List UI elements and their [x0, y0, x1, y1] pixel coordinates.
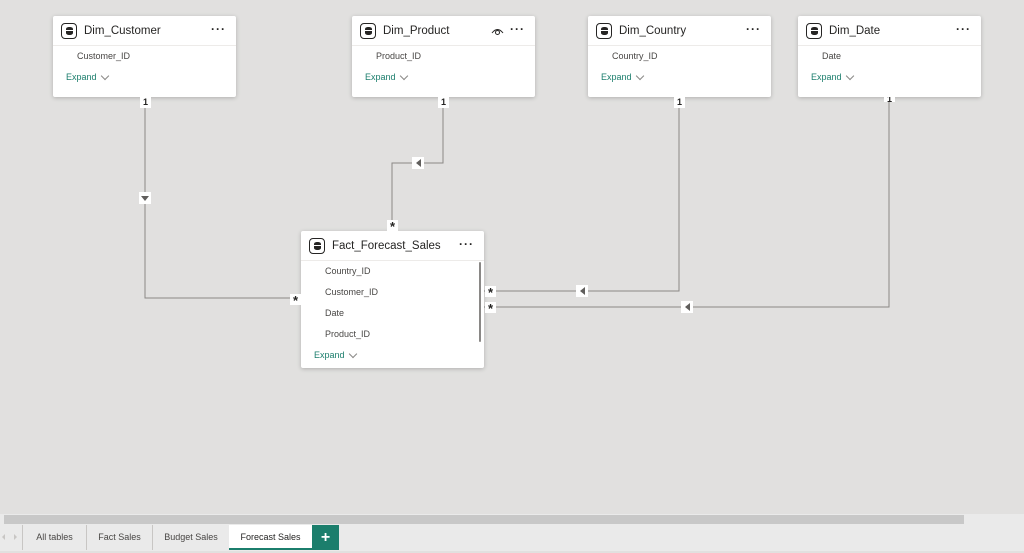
table-title: Dim_Product	[383, 24, 450, 37]
layout-tab-bar: All tables Fact Sales Budget Sales Forec…	[0, 525, 1024, 553]
cardinality-one-badge: 1	[884, 97, 895, 102]
field-row[interactable]: Customer_ID	[53, 46, 236, 67]
field-row[interactable]: Country_ID	[301, 261, 484, 282]
field-row[interactable]: Date	[301, 303, 484, 324]
cardinality-many-badge: *	[290, 294, 301, 307]
arrow-left-icon	[579, 287, 585, 295]
more-options-icon[interactable]: ···	[211, 23, 226, 35]
cardinality-one-badge: 1	[438, 97, 449, 108]
table-card-dim-customer[interactable]: Dim_Customer ··· Customer_ID Expand	[53, 16, 236, 97]
chevron-down-icon	[348, 349, 357, 358]
field-row[interactable]: Product_ID	[301, 324, 484, 345]
table-icon	[61, 22, 77, 39]
tab-budget-sales[interactable]: Budget Sales	[152, 525, 229, 550]
cardinality-one-badge: 1	[140, 97, 151, 108]
relationship-line-date[interactable]	[484, 97, 890, 308]
filter-direction-icon[interactable]	[139, 192, 151, 204]
tab-forecast-sales[interactable]: Forecast Sales	[229, 525, 312, 550]
arrow-down-icon	[141, 195, 149, 201]
expand-button[interactable]: Expand	[588, 67, 771, 88]
table-card-header[interactable]: Dim_Date ···	[798, 16, 981, 46]
expand-label: Expand	[811, 72, 842, 82]
scroll-tabs-right-icon[interactable]	[14, 534, 17, 540]
table-card-header[interactable]: Dim_Product ···	[352, 16, 535, 46]
table-card-dim-product[interactable]: Dim_Product ··· Product_ID Expand	[352, 16, 535, 97]
cardinality-many-badge: *	[485, 302, 496, 315]
expand-label: Expand	[365, 72, 396, 82]
model-canvas[interactable]: Dim_Customer ··· Customer_ID Expand Dim_…	[0, 0, 1024, 514]
table-card-header[interactable]: Dim_Country ···	[588, 16, 771, 46]
expand-button[interactable]: Expand	[53, 67, 236, 88]
expand-label: Expand	[601, 72, 632, 82]
expand-button[interactable]: Expand	[798, 67, 981, 88]
chevron-down-icon	[845, 71, 854, 80]
cardinality-many-badge: *	[387, 220, 398, 233]
expand-label: Expand	[66, 72, 97, 82]
table-card-header[interactable]: Fact_Forecast_Sales ···	[301, 231, 484, 261]
field-row[interactable]: Country_ID	[588, 46, 771, 67]
cardinality-one-badge: 1	[674, 97, 685, 108]
filter-direction-icon[interactable]	[412, 157, 424, 169]
table-card-header[interactable]: Dim_Customer ···	[53, 16, 236, 46]
table-title: Dim_Customer	[84, 24, 161, 37]
vertical-scrollbar[interactable]	[479, 262, 481, 342]
field-row[interactable]: Product_ID	[352, 46, 535, 67]
field-row[interactable]: Date	[798, 46, 981, 67]
table-icon	[596, 22, 612, 39]
horizontal-scrollbar-thumb[interactable]	[4, 515, 964, 524]
expand-label: Expand	[314, 350, 345, 360]
table-card-dim-country[interactable]: Dim_Country ··· Country_ID Expand	[588, 16, 771, 97]
chevron-down-icon	[100, 71, 109, 80]
table-title: Dim_Date	[829, 24, 881, 37]
table-title: Dim_Country	[619, 24, 687, 37]
horizontal-scrollbar[interactable]	[0, 514, 1024, 525]
table-icon	[360, 22, 376, 39]
arrow-left-icon	[415, 159, 421, 167]
cardinality-many-badge: *	[485, 286, 496, 299]
more-options-icon[interactable]: ···	[746, 23, 761, 35]
relationship-line-customer[interactable]	[144, 97, 300, 299]
scroll-tabs-left-icon[interactable]	[2, 534, 5, 540]
table-icon	[806, 22, 822, 39]
more-options-icon[interactable]: ···	[510, 23, 525, 35]
chevron-down-icon	[635, 71, 644, 80]
field-row[interactable]: Customer_ID	[301, 282, 484, 303]
table-title: Fact_Forecast_Sales	[332, 239, 441, 252]
relationship-line-country[interactable]	[484, 97, 680, 292]
arrow-left-icon	[684, 303, 690, 311]
chevron-down-icon	[399, 71, 408, 80]
more-options-icon[interactable]: ···	[956, 23, 971, 35]
more-options-icon[interactable]: ···	[459, 238, 474, 250]
filter-direction-icon[interactable]	[681, 301, 693, 313]
table-icon	[309, 237, 325, 254]
tab-all-tables[interactable]: All tables	[22, 525, 86, 550]
eye-icon[interactable]	[491, 26, 504, 36]
expand-button[interactable]: Expand	[352, 67, 535, 88]
add-layout-button[interactable]: +	[312, 525, 339, 550]
table-card-fact-forecast-sales[interactable]: Fact_Forecast_Sales ··· Country_ID Custo…	[301, 231, 484, 368]
expand-button[interactable]: Expand	[301, 345, 484, 366]
filter-direction-icon[interactable]	[576, 285, 588, 297]
tab-fact-sales[interactable]: Fact Sales	[86, 525, 152, 550]
table-card-dim-date[interactable]: Dim_Date ··· Date Expand	[798, 16, 981, 97]
